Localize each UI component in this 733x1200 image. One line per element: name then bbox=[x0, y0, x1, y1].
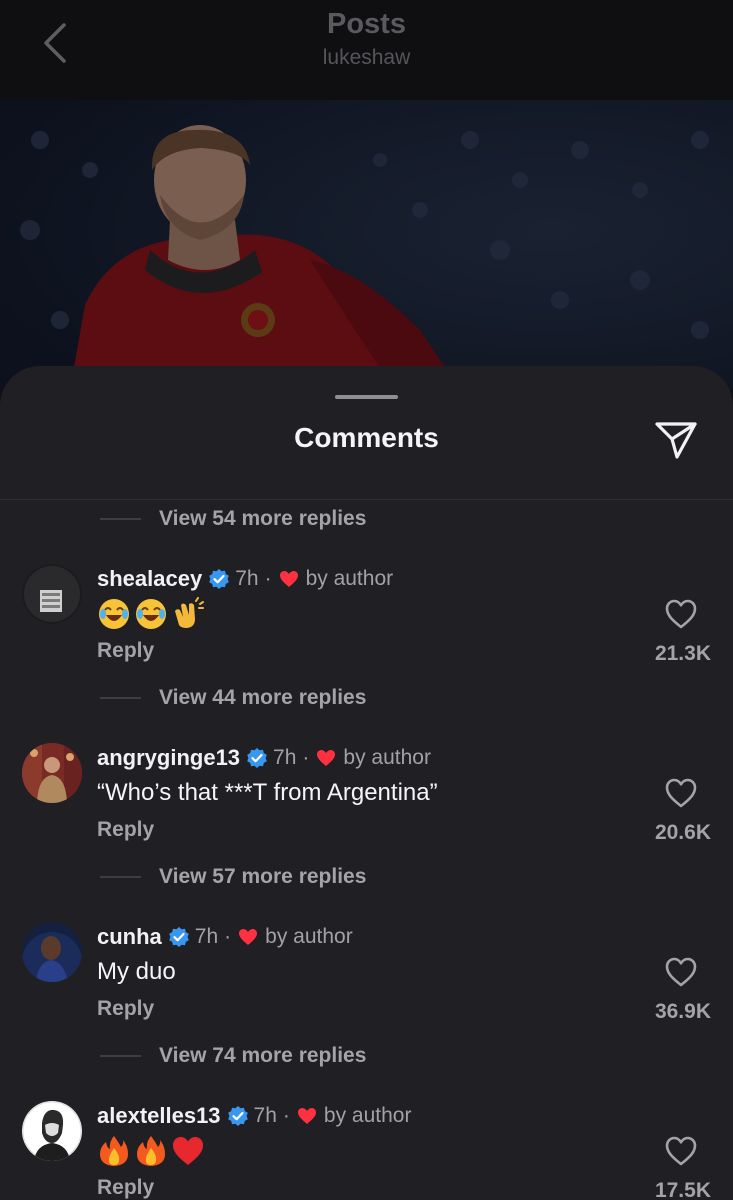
comment-item: shealacey 7h · by author Reply 21.3K bbox=[0, 564, 733, 694]
view-replies-button[interactable]: View 54 more replies bbox=[100, 504, 366, 534]
comment-meta: cunha 7h · by author bbox=[97, 922, 353, 952]
reply-button[interactable]: Reply bbox=[97, 639, 154, 663]
view-replies-button[interactable]: View 57 more replies bbox=[100, 862, 366, 892]
comment-username[interactable]: alextelles13 bbox=[97, 1103, 221, 1129]
joy-emoji-icon bbox=[136, 599, 166, 629]
fire-emoji-icon bbox=[137, 1136, 165, 1166]
share-button[interactable] bbox=[653, 418, 699, 462]
heart-outline-icon[interactable] bbox=[664, 1135, 698, 1167]
post-photo bbox=[0, 100, 733, 390]
view-replies-label: View 54 more replies bbox=[159, 507, 367, 530]
comment-username[interactable]: shealacey bbox=[97, 566, 202, 592]
comment-meta: shealacey 7h · by author bbox=[97, 564, 393, 594]
liked-by-author-label: by author bbox=[265, 925, 353, 948]
heart-outline-icon[interactable] bbox=[664, 777, 698, 809]
paper-plane-icon bbox=[655, 422, 697, 459]
view-replies-label: View 44 more replies bbox=[159, 686, 367, 709]
comment-username[interactable]: cunha bbox=[97, 924, 162, 950]
author-liked-heart-icon bbox=[316, 749, 336, 767]
like-count: 21.3K bbox=[654, 642, 711, 665]
author-liked-heart-icon bbox=[238, 928, 258, 946]
view-replies-label: View 57 more replies bbox=[159, 865, 367, 888]
view-replies-button[interactable]: View 44 more replies bbox=[100, 683, 366, 713]
sheet-drag-handle[interactable] bbox=[335, 395, 398, 399]
comment-time: 7h bbox=[194, 925, 219, 948]
clapping-hands-icon bbox=[175, 597, 204, 628]
joy-emoji-icon bbox=[99, 599, 129, 629]
fire-emoji-icon bbox=[100, 1136, 128, 1166]
like-count: 17.5K bbox=[654, 1179, 711, 1200]
liked-by-author-label: by author bbox=[323, 1104, 412, 1127]
view-replies-label: View 74 more replies bbox=[159, 1044, 367, 1067]
verified-badge-icon bbox=[208, 568, 230, 590]
meta-separator: · bbox=[282, 1104, 290, 1127]
verified-badge-icon bbox=[246, 747, 268, 769]
heart-outline-icon[interactable] bbox=[664, 598, 698, 630]
comment-meta: angryginge13 7h · by author bbox=[97, 743, 431, 773]
page-subtitle-username[interactable]: lukeshaw bbox=[0, 46, 733, 70]
replies-divider-line bbox=[100, 1055, 141, 1057]
comment-item: alextelles13 7h · by author Reply 17.5K bbox=[0, 1101, 733, 1200]
sheet-divider bbox=[0, 499, 733, 500]
app-root: Posts lukeshaw Comments View 54 more rep… bbox=[0, 0, 733, 1200]
view-replies-button[interactable]: View 74 more replies bbox=[100, 1041, 366, 1071]
meta-separator: · bbox=[224, 925, 232, 948]
avatar[interactable] bbox=[22, 922, 82, 982]
meta-separator: · bbox=[302, 746, 310, 769]
meta-separator: · bbox=[264, 567, 272, 590]
reply-button[interactable]: Reply bbox=[97, 818, 154, 842]
comment-time: 7h bbox=[273, 746, 297, 769]
comment-emojis bbox=[97, 1131, 208, 1171]
liked-by-author-label: by author bbox=[343, 746, 431, 769]
reply-button[interactable]: Reply bbox=[97, 997, 154, 1021]
red-heart-emoji-icon bbox=[173, 1137, 203, 1165]
replies-divider-line bbox=[100, 518, 141, 520]
page-title: Posts bbox=[327, 8, 406, 40]
author-liked-heart-icon bbox=[297, 1107, 317, 1125]
verified-badge-icon bbox=[227, 1105, 249, 1127]
comment-item: cunha 7h · by author My duo Reply 36.9K bbox=[0, 922, 733, 1052]
reply-button[interactable]: Reply bbox=[97, 1176, 154, 1200]
comment-meta: alextelles13 7h · by author bbox=[97, 1101, 411, 1131]
comments-title: Comments bbox=[294, 422, 439, 453]
author-liked-heart-icon bbox=[279, 570, 299, 588]
comment-text: “Who’s that ***T from Argentina” bbox=[97, 779, 438, 806]
comments-sheet: Comments View 54 more replies shealacey … bbox=[0, 366, 733, 1200]
heart-outline-icon[interactable] bbox=[664, 956, 698, 988]
comment-text: My duo bbox=[97, 958, 176, 985]
verified-badge-icon bbox=[168, 926, 190, 948]
avatar[interactable] bbox=[22, 743, 82, 803]
replies-divider-line bbox=[100, 876, 141, 878]
liked-by-author-label: by author bbox=[305, 567, 394, 590]
comment-emojis bbox=[97, 594, 208, 634]
comment-item: angryginge13 7h · by author “Who’s that … bbox=[0, 743, 733, 873]
comment-time: 7h bbox=[235, 567, 259, 590]
replies-divider-line bbox=[100, 697, 141, 699]
like-count: 20.6K bbox=[654, 821, 711, 844]
avatar[interactable] bbox=[22, 1101, 82, 1161]
like-count: 36.9K bbox=[654, 1000, 711, 1023]
avatar[interactable] bbox=[22, 564, 82, 624]
comment-time: 7h bbox=[253, 1104, 277, 1127]
comment-username[interactable]: angryginge13 bbox=[97, 745, 240, 771]
top-navigation-bar: Posts lukeshaw bbox=[0, 0, 733, 100]
